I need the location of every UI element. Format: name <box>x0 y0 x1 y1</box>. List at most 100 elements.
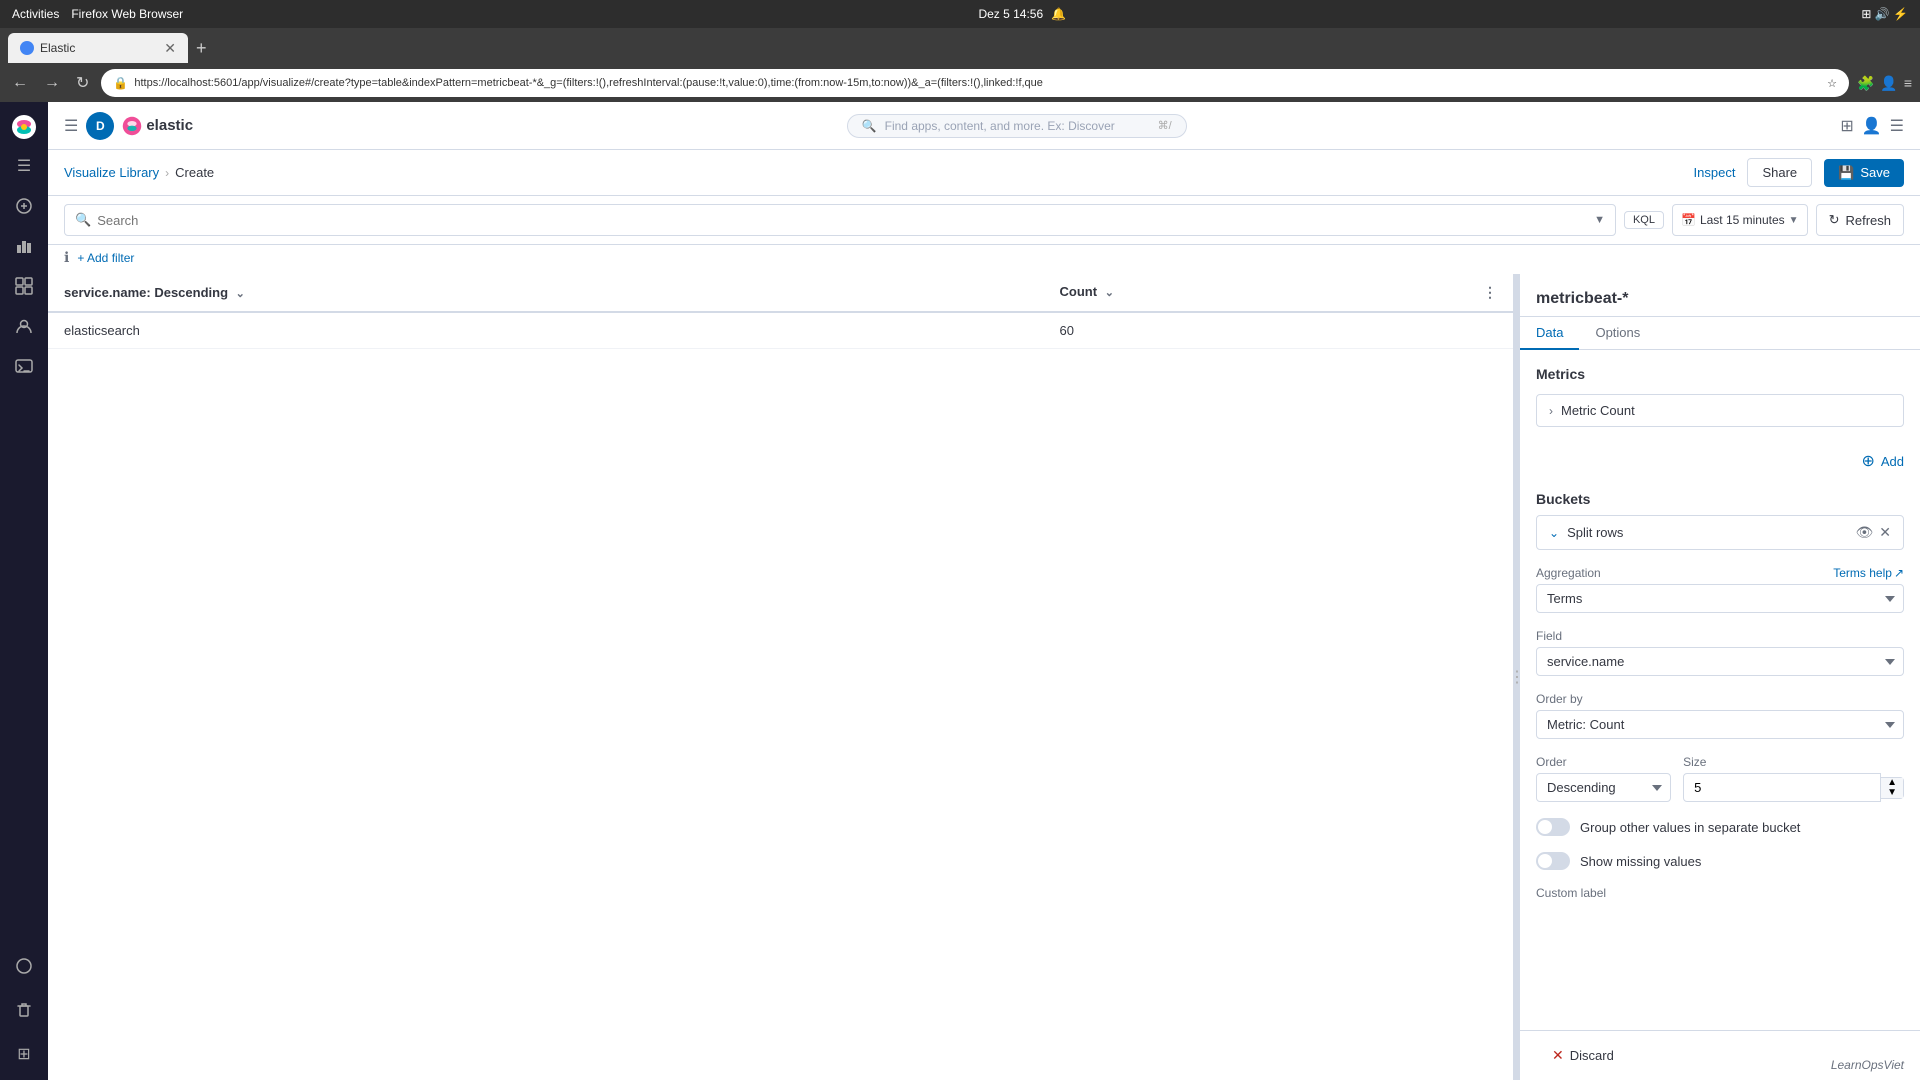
buckets-title: Buckets <box>1536 491 1590 507</box>
field-group: Field service.name <box>1520 621 1920 684</box>
right-panel-header: metricbeat-* <box>1520 274 1920 317</box>
header-icon-1[interactable]: ⊞ <box>1840 116 1853 136</box>
tab-favicon <box>20 41 34 55</box>
col-options-icon[interactable]: ⋮ <box>1483 284 1497 301</box>
size-input[interactable] <box>1683 773 1881 802</box>
split-rows-actions: 👁 ✕ <box>1855 524 1891 541</box>
sort-icon-service-name: ⌄ <box>236 288 245 300</box>
new-tab-button[interactable]: + <box>188 38 215 59</box>
time-range-label: Last 15 minutes <box>1700 213 1785 227</box>
sidebar-item-discover[interactable] <box>6 188 42 224</box>
tab-data[interactable]: Data <box>1520 317 1579 350</box>
share-button[interactable]: Share <box>1747 158 1812 187</box>
field-select[interactable]: service.name <box>1536 647 1904 676</box>
group-other-values-row: Group other values in separate bucket <box>1520 810 1920 844</box>
size-label: Size <box>1683 755 1904 769</box>
hamburger-icon[interactable]: ☰ <box>64 116 78 136</box>
global-search-bar[interactable]: 🔍 Find apps, content, and more. Ex: Disc… <box>847 114 1187 138</box>
refresh-button[interactable]: ↻ Refresh <box>1816 204 1904 236</box>
header-icon-2[interactable]: 👤 <box>1862 116 1882 136</box>
column-header-service-name[interactable]: service.name: Descending ⌄ <box>48 274 1044 312</box>
app-name: elastic <box>146 117 193 134</box>
save-button[interactable]: 💾 Save <box>1824 159 1904 187</box>
search-shortcut: ⌘/ <box>1158 119 1172 132</box>
buckets-header: Buckets <box>1520 479 1920 507</box>
show-missing-values-toggle[interactable] <box>1536 852 1570 870</box>
url-text: https://localhost:5601/app/visualize#/cr… <box>134 77 1821 89</box>
group-other-values-toggle[interactable] <box>1536 818 1570 836</box>
data-area: service.name: Descending ⌄ Count ⌄ ⋮ <box>48 274 1920 1080</box>
metric-item-count[interactable]: › Metric Count <box>1536 394 1904 427</box>
tab-close-button[interactable]: ✕ <box>164 40 176 57</box>
sidebar: ☰ ⊞ <box>0 102 48 1080</box>
app-logo-area: elastic <box>122 116 193 136</box>
kql-badge[interactable]: KQL <box>1624 211 1664 229</box>
notification-icon[interactable]: 🔔 <box>1051 7 1066 21</box>
size-increment-button[interactable]: ▲ <box>1881 778 1903 788</box>
order-col: Order Descending <box>1536 755 1671 802</box>
column-header-count[interactable]: Count ⌄ ⋮ <box>1044 274 1513 312</box>
sidebar-item-visualize[interactable] <box>6 228 42 264</box>
metric-chevron-icon: › <box>1549 404 1553 418</box>
discard-button[interactable]: ✕ Discard <box>1536 1039 1630 1072</box>
sort-icon-count: ⌄ <box>1105 287 1114 299</box>
inspect-button[interactable]: Inspect <box>1694 165 1736 180</box>
main-content: ☰ D elastic 🔍 Find apps, content, and mo… <box>48 102 1920 1080</box>
search-input[interactable] <box>97 213 1588 228</box>
user-avatar[interactable]: D <box>86 112 114 140</box>
refresh-label: Refresh <box>1845 213 1891 228</box>
profile-icon[interactable]: 👤 <box>1880 75 1897 92</box>
sidebar-item-terminal[interactable] <box>6 348 42 384</box>
sidebar-item-dashboard[interactable] <box>6 268 42 304</box>
split-rows-visibility-button[interactable]: 👁 <box>1855 524 1873 541</box>
split-rows-remove-button[interactable]: ✕ <box>1879 524 1891 541</box>
activities-label[interactable]: Activities <box>12 7 59 21</box>
browser-tabs-row: Elastic ✕ + <box>0 28 1920 64</box>
elastic-mini-icon <box>122 116 142 136</box>
add-filter-button[interactable]: + Add filter <box>77 251 134 265</box>
col-label-service-name: service.name: Descending <box>64 285 228 300</box>
save-label: Save <box>1860 165 1890 180</box>
forward-button[interactable]: → <box>40 70 64 96</box>
address-bar[interactable]: 🔒 https://localhost:5601/app/visualize#/… <box>101 69 1849 97</box>
external-link-icon: ↗ <box>1894 566 1904 580</box>
extensions-icon[interactable]: 🧩 <box>1857 75 1874 92</box>
system-icons: ⊞ 🔊 ⚡ <box>1861 7 1908 21</box>
size-input-spinner: ▲ ▼ <box>1683 773 1904 802</box>
menu-icon[interactable]: ≡ <box>1904 75 1912 91</box>
sidebar-item-user[interactable] <box>6 308 42 344</box>
order-size-row: Order Descending Size ▲ <box>1520 747 1920 810</box>
sidebar-item-trash[interactable] <box>6 992 42 1028</box>
browser-nav-extras: 🧩 👤 ≡ <box>1857 75 1912 92</box>
browser-nav-bar: ← → ↻ 🔒 https://localhost:5601/app/visua… <box>0 64 1920 102</box>
split-rows-label: Split rows <box>1567 525 1847 540</box>
split-rows-item: ⌄ Split rows 👁 ✕ <box>1536 515 1904 550</box>
reload-button[interactable]: ↻ <box>72 69 93 97</box>
order-select[interactable]: Descending <box>1536 773 1671 802</box>
order-label: Order <box>1536 755 1671 769</box>
aggregation-select[interactable]: Terms <box>1536 584 1904 613</box>
sidebar-item-hamburger[interactable]: ☰ <box>6 148 42 184</box>
browser-tab-elastic[interactable]: Elastic ✕ <box>8 33 188 63</box>
filter-info-icon[interactable]: ℹ <box>64 249 69 266</box>
cell-count: 60 <box>1044 312 1513 349</box>
elastic-logo[interactable] <box>11 110 37 144</box>
time-range-picker[interactable]: 📅 Last 15 minutes ▼ <box>1672 204 1808 236</box>
sidebar-item-circle[interactable] <box>6 948 42 984</box>
breadcrumb-library[interactable]: Visualize Library <box>64 165 159 180</box>
lock-icon: 🔒 <box>113 76 128 90</box>
back-button[interactable]: ← <box>8 70 32 96</box>
global-search-wrapper: 🔍 Find apps, content, and more. Ex: Disc… <box>201 114 1832 138</box>
discard-row: ✕ Discard <box>1520 1030 1920 1080</box>
header-icon-3[interactable]: ☰ <box>1890 116 1904 136</box>
search-chevron-icon[interactable]: ▼ <box>1594 214 1605 226</box>
refresh-icon: ↻ <box>1829 212 1840 228</box>
sidebar-item-apps[interactable]: ⊞ <box>6 1036 42 1072</box>
bookmark-icon[interactable]: ☆ <box>1827 77 1837 90</box>
add-metric-button[interactable]: ⊕ Add <box>1520 443 1920 479</box>
order-by-select[interactable]: Metric: Count <box>1536 710 1904 739</box>
tab-options[interactable]: Options <box>1579 317 1656 350</box>
size-decrement-button[interactable]: ▼ <box>1881 788 1903 798</box>
terms-help-link[interactable]: Terms help ↗ <box>1833 566 1904 580</box>
global-search-icon: 🔍 <box>862 119 877 133</box>
